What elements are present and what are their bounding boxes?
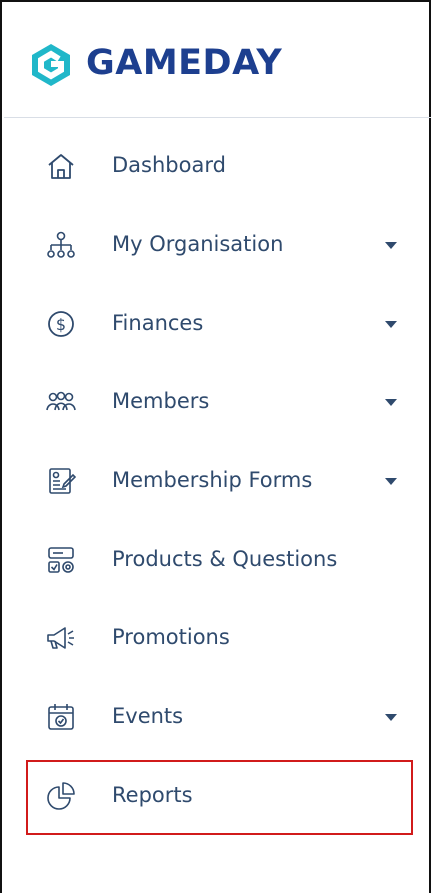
sidebar-item-members[interactable]: Members (26, 373, 413, 431)
sidebar-item-events[interactable]: Events (26, 688, 413, 746)
sidebar-item-label: Members (112, 389, 210, 413)
svg-text:$: $ (56, 315, 66, 334)
reports-highlight-box (26, 760, 413, 835)
sidebar-item-label: Dashboard (112, 153, 226, 177)
chevron-down-icon[interactable] (385, 714, 397, 721)
chevron-down-icon[interactable] (385, 321, 397, 328)
sidebar-item-label: Events (112, 704, 184, 728)
products-icon (48, 547, 74, 573)
dollar-circle-icon: $ (48, 311, 74, 337)
sidebar-item-products-questions[interactable]: Products & Questions (26, 531, 413, 589)
calendar-icon (48, 704, 74, 730)
sidebar-item-label: Finances (112, 311, 204, 335)
sidebar-item-dashboard[interactable]: Dashboard (26, 137, 413, 195)
sidebar-item-label: Products & Questions (112, 547, 338, 571)
sidebar-item-membership-forms[interactable]: Membership Forms (26, 452, 413, 510)
form-icon (49, 468, 76, 494)
sidebar-item-label: My Organisation (112, 232, 284, 256)
sidebar-item-label: Promotions (112, 625, 230, 649)
org-chart-icon (47, 231, 75, 258)
sidebar-item-finances[interactable]: $ Finances (26, 295, 413, 353)
brand-name: GAMEDAY (86, 43, 283, 83)
sidebar-header: GAMEDAY (4, 4, 431, 118)
chevron-down-icon[interactable] (385, 242, 397, 249)
chevron-down-icon[interactable] (385, 399, 397, 406)
home-icon (48, 154, 74, 179)
chevron-down-icon[interactable] (385, 478, 397, 485)
sidebar-item-my-organisation[interactable]: My Organisation (26, 216, 413, 274)
sidebar-item-promotions[interactable]: Promotions (26, 609, 413, 667)
gameday-logo-icon (32, 44, 70, 86)
sidebar-item-label: Membership Forms (112, 468, 313, 492)
sidebar-panel: GAMEDAY Dashboard My Organisation $ Fina… (0, 0, 431, 893)
megaphone-icon (47, 627, 74, 649)
people-icon (46, 391, 76, 411)
